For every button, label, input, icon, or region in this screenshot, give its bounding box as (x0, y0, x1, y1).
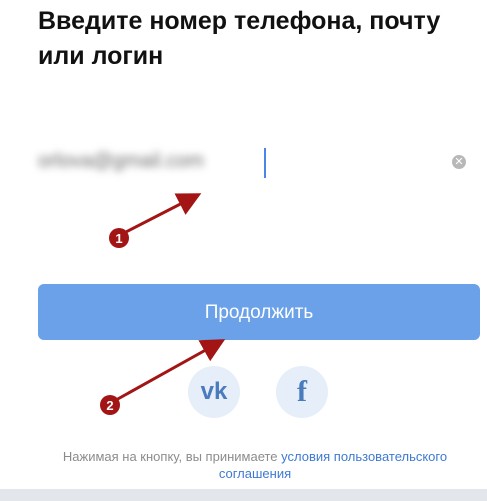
clear-circle-icon[interactable]: ✕ (452, 155, 466, 169)
annotation-arrow-1 (121, 193, 202, 236)
facebook-login-button[interactable]: f (276, 366, 328, 418)
annotation-marker-2 (100, 395, 120, 415)
annotation-marker-1-label: 1 (115, 231, 122, 246)
bottom-bar (0, 489, 487, 501)
continue-button[interactable]: Продолжить (38, 284, 480, 340)
login-input[interactable]: orlova@gmail.com ✕ (38, 140, 470, 186)
legal-notice: Нажимая на кнопку, вы принимаете условия… (60, 448, 450, 482)
annotation-marker-1 (109, 228, 129, 248)
facebook-icon: f (297, 375, 307, 408)
page-title: Введите номер телефона, почту или логин (38, 7, 441, 70)
vk-login-button[interactable]: vk (188, 366, 240, 418)
legal-text: Нажимая на кнопку, вы принимаете (62, 449, 282, 464)
text-caret (264, 148, 266, 178)
annotation-layer: 1 2 (100, 193, 226, 415)
login-input-value: orlova@gmail.com (38, 150, 204, 172)
vk-icon: vk (200, 378, 228, 405)
annotation-marker-2-label: 2 (106, 398, 113, 413)
